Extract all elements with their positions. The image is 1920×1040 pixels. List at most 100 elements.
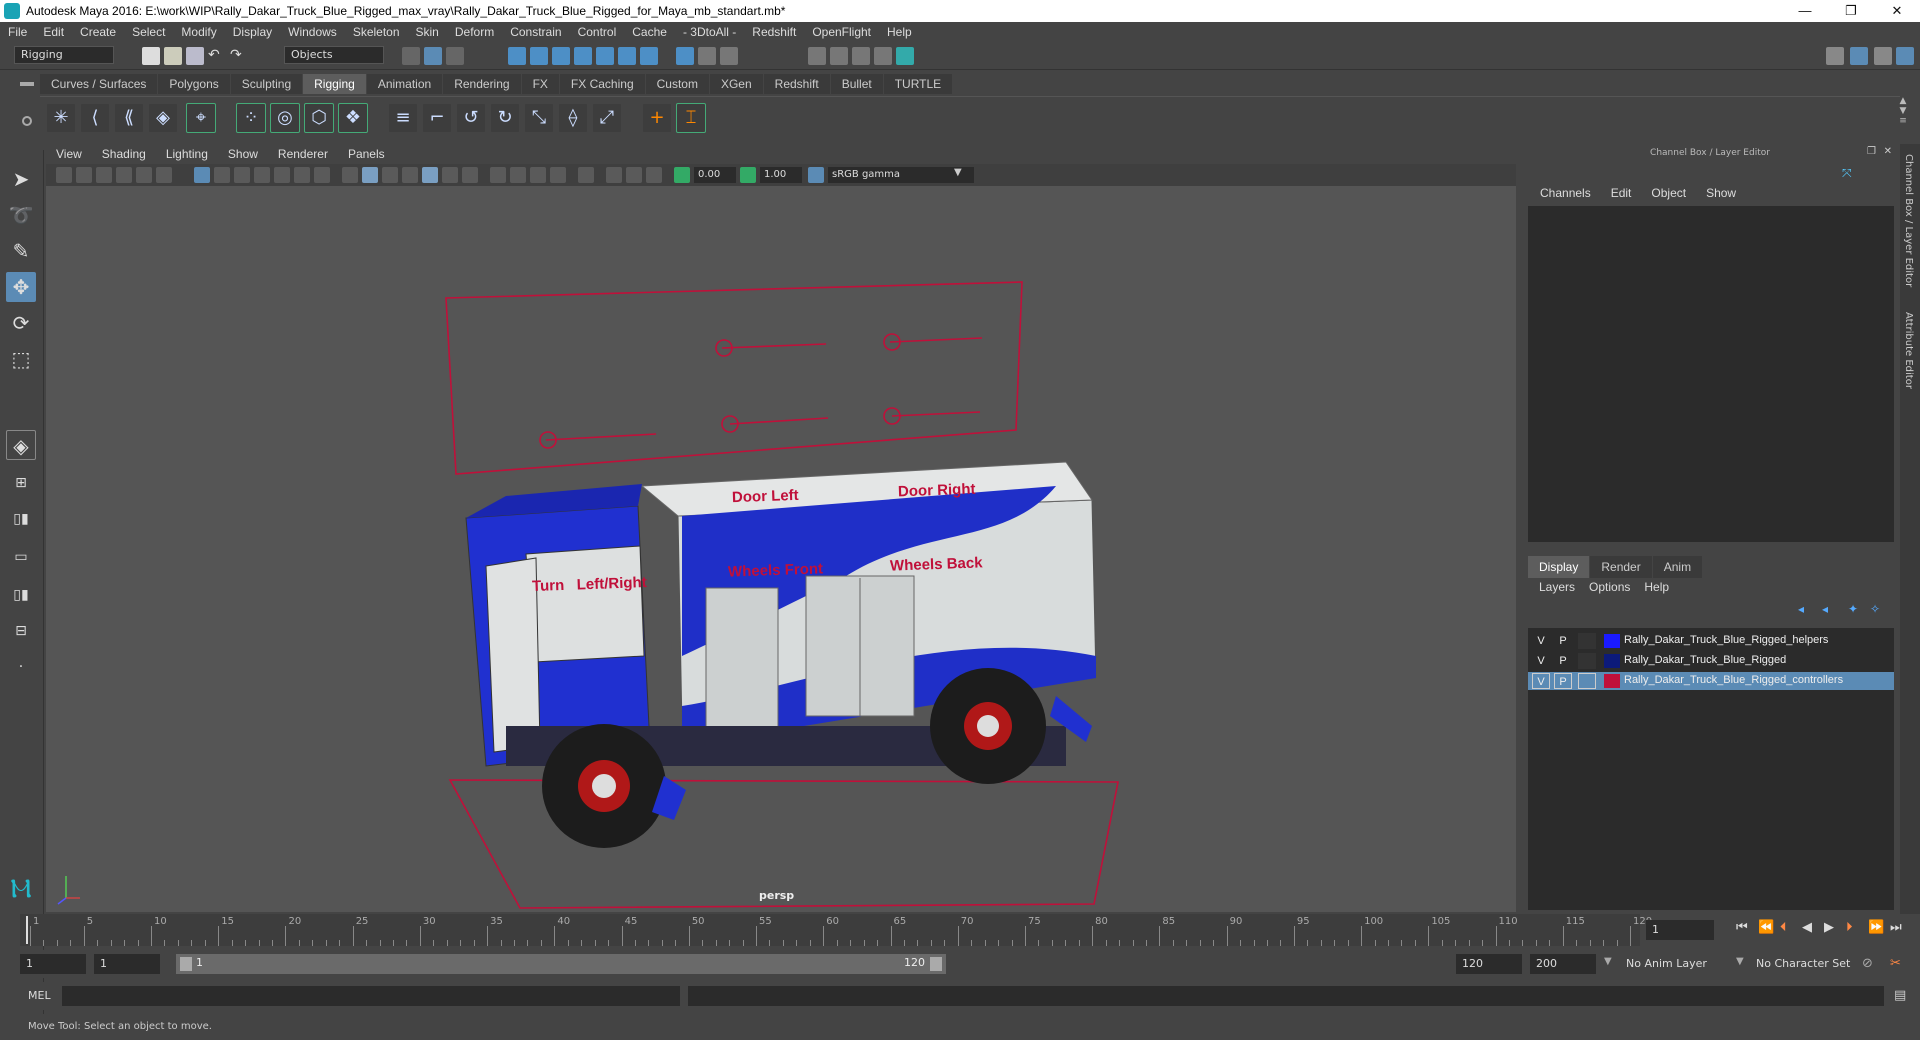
exposure-field[interactable]: 0.00 (694, 167, 736, 183)
persp-graph-icon[interactable]: ▭ (6, 542, 36, 572)
lattice-icon[interactable]: ◎ (270, 103, 300, 133)
render-frame-icon[interactable] (830, 47, 848, 65)
more-layouts-icon[interactable]: · (6, 652, 36, 682)
step-forward-frame-icon[interactable]: ⏵ (1846, 920, 1853, 935)
menu-display[interactable]: Display (225, 25, 280, 39)
chevron-down-icon[interactable]: ▼ (1604, 956, 1612, 967)
viewport-menu-renderer[interactable]: Renderer (268, 147, 338, 161)
minimize-button[interactable]: — (1782, 0, 1828, 22)
wireframe-icon[interactable] (342, 167, 358, 183)
paint-select-icon[interactable]: ✎ (6, 236, 36, 266)
save-scene-icon[interactable] (186, 47, 204, 65)
screen-space-ao-icon[interactable] (490, 167, 506, 183)
manipulator-icon[interactable]: ⤧ (1842, 166, 1856, 180)
sculpt-deformer-icon[interactable]: ❖ (338, 103, 368, 133)
rally-truck-model[interactable] (465, 461, 1097, 848)
close-panel-icon[interactable]: ✕ (1884, 146, 1892, 157)
select-tool-icon[interactable]: ➤ (6, 164, 36, 194)
bookmark-icon[interactable] (96, 167, 112, 183)
playback-start-field[interactable]: 1 (94, 954, 160, 974)
shelf-menu-icon[interactable] (20, 82, 34, 86)
exposure-icon[interactable] (674, 167, 690, 183)
le-help-menu[interactable]: Help (1637, 580, 1676, 594)
ik-spline-icon[interactable]: ⟪ (114, 103, 144, 133)
use-all-lights-icon[interactable] (442, 167, 458, 183)
bind-skin-icon[interactable]: ≡ (388, 103, 418, 133)
side-tab-attribute-editor[interactable]: Attribute Editor (1903, 312, 1914, 389)
command-input[interactable] (62, 986, 680, 1006)
tab-animation[interactable]: Animation (366, 74, 443, 94)
step-forward-key-icon[interactable]: ⏩ (1868, 920, 1884, 935)
xray-icon[interactable] (606, 167, 622, 183)
viewport-menu-view[interactable]: View (46, 147, 92, 161)
field-chart-icon[interactable] (274, 167, 290, 183)
resolution-gate-icon[interactable] (234, 167, 250, 183)
scale-tool-icon[interactable]: ⬚ (6, 344, 36, 374)
layer-type-toggle[interactable] (1578, 633, 1596, 649)
menu-windows[interactable]: Windows (280, 25, 345, 39)
snap-surface-icon[interactable] (618, 47, 636, 65)
channel-box-toggle-icon[interactable] (1874, 47, 1892, 65)
camera-attributes-icon[interactable] (76, 167, 92, 183)
layer-color-swatch[interactable] (1604, 674, 1620, 688)
layer-playback-toggle[interactable]: P (1554, 653, 1572, 669)
snap-live-icon[interactable] (596, 47, 614, 65)
new-scene-icon[interactable] (142, 47, 160, 65)
anti-aliasing-icon[interactable] (530, 167, 546, 183)
tab-xgen[interactable]: XGen (709, 74, 763, 94)
gamma-icon[interactable] (740, 167, 756, 183)
viewport-menu-lighting[interactable]: Lighting (156, 147, 218, 161)
scale-constraint-icon[interactable]: ⟠ (558, 103, 588, 133)
character-set-dropdown[interactable]: No Character Set (1750, 954, 1876, 974)
menu-openflight[interactable]: OpenFlight (804, 25, 879, 39)
cluster-icon[interactable]: ⁘ (236, 103, 266, 133)
menu-3dtoall[interactable]: - 3DtoAll - (675, 25, 744, 39)
render-settings-icon[interactable] (874, 47, 892, 65)
tab-curves-surfaces[interactable]: Curves / Surfaces (40, 74, 158, 94)
safe-action-icon[interactable] (294, 167, 310, 183)
viewport-menu-shading[interactable]: Shading (92, 147, 156, 161)
selection-mask-dropdown[interactable]: Objects (284, 46, 384, 64)
image-plane-icon[interactable] (116, 167, 132, 183)
orient-constraint-icon[interactable]: ⤡ (524, 103, 554, 133)
tab-sculpting[interactable]: Sculpting (230, 74, 303, 94)
menu-deform[interactable]: Deform (447, 25, 502, 39)
move-layer-up-icon[interactable]: ◂ (1798, 602, 1804, 616)
menu-skin[interactable]: Skin (408, 25, 447, 39)
side-tab-channel-box[interactable]: Channel Box / Layer Editor (1903, 154, 1914, 287)
render-view-icon[interactable] (808, 47, 826, 65)
snap-curve-icon[interactable] (530, 47, 548, 65)
aim-constraint-icon[interactable]: ↻ (490, 103, 520, 133)
layer-row[interactable]: V P Rally_Dakar_Truck_Blue_Rigged (1528, 652, 1894, 670)
tab-display[interactable]: Display (1528, 556, 1590, 578)
ik-handle-icon[interactable]: ⟨ (80, 103, 110, 133)
shadows-icon[interactable] (462, 167, 478, 183)
undo-icon[interactable]: ↶ (208, 47, 226, 65)
current-frame-field[interactable]: 1 (1646, 920, 1714, 940)
pole-vector-icon[interactable]: ⤢ (592, 103, 622, 133)
cb-show-menu[interactable]: Show (1696, 186, 1746, 200)
redo-icon[interactable]: ↷ (230, 47, 248, 65)
snap-grid-icon[interactable] (508, 47, 526, 65)
menu-skeleton[interactable]: Skeleton (345, 25, 408, 39)
workspace-icon[interactable] (1826, 47, 1844, 65)
play-forwards-icon[interactable]: ▶ (1824, 920, 1834, 935)
layer-row[interactable]: V P Rally_Dakar_Truck_Blue_Rigged_contro… (1528, 672, 1894, 690)
menu-control[interactable]: Control (570, 25, 625, 39)
menu-modify[interactable]: Modify (173, 25, 224, 39)
channels-menu[interactable]: Channels (1530, 186, 1601, 200)
menu-set-dropdown[interactable]: Rigging (14, 46, 114, 64)
tab-render[interactable]: Render (1590, 556, 1652, 578)
tab-anim[interactable]: Anim (1652, 556, 1703, 578)
menu-create[interactable]: Create (72, 25, 124, 39)
joint-tool-icon[interactable]: ✳ (46, 103, 76, 133)
layer-type-toggle[interactable] (1578, 673, 1596, 689)
layer-visibility-toggle[interactable]: V (1532, 653, 1550, 669)
set-driven-key-icon[interactable]: ⌶ (676, 103, 706, 133)
play-backwards-icon[interactable]: ◀ (1802, 920, 1812, 935)
go-to-end-icon[interactable]: ⏭ (1890, 920, 1902, 935)
new-layer-icon[interactable]: ✦ (1848, 602, 1858, 616)
shelf-scroll-icon[interactable]: ▲ ▼ ≡ (1896, 96, 1910, 136)
menu-help[interactable]: Help (879, 25, 920, 39)
sidebar-toggle-icon[interactable] (1896, 47, 1914, 65)
